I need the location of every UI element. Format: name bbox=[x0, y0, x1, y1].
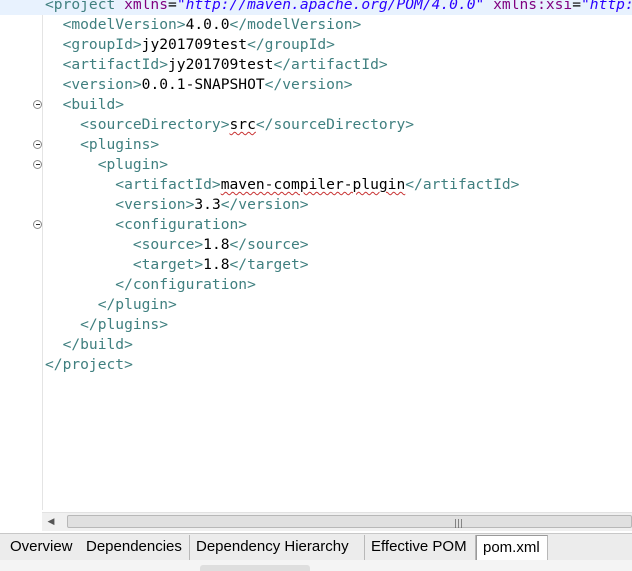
code-line[interactable]: <version>0.0.1-SNAPSHOT</version> bbox=[0, 75, 353, 95]
code-token: maven-compiler-plugin bbox=[220, 176, 406, 193]
code-token: </modelVersion> bbox=[229, 16, 362, 33]
code-token: jy201709test bbox=[168, 56, 274, 73]
code-token: <version> bbox=[45, 76, 142, 93]
code-line[interactable]: <artifactId>maven-compiler-plugin</artif… bbox=[0, 175, 519, 195]
code-token: 3.3 bbox=[194, 196, 221, 213]
code-line[interactable]: </build> bbox=[0, 335, 133, 355]
code-token: <sourceDirectory> bbox=[45, 116, 230, 133]
tab-dependency-hierarchy[interactable]: Dependency Hierarchy bbox=[190, 535, 365, 560]
code-token: "http://www.w3.org/2001/XMLSchema-instan… bbox=[581, 0, 632, 13]
code-token: </configuration> bbox=[45, 276, 256, 293]
code-token: <configuration> bbox=[45, 216, 248, 233]
code-token: "http://maven.apache.org/POM/4.0.0" bbox=[176, 0, 485, 13]
code-token: </version> bbox=[220, 196, 309, 213]
code-token: </target> bbox=[229, 256, 309, 273]
code-line[interactable]: <sourceDirectory>src</sourceDirectory> bbox=[0, 115, 414, 135]
status-bar bbox=[0, 560, 632, 571]
code-token: </artifactId> bbox=[405, 176, 520, 193]
xml-source-editor[interactable]: <project xmlns="http://maven.apache.org/… bbox=[0, 0, 632, 510]
code-token: </plugins> bbox=[45, 316, 169, 333]
code-line[interactable]: </plugins> bbox=[0, 315, 168, 335]
status-bar-item bbox=[200, 565, 310, 571]
code-token: <plugin> bbox=[45, 156, 169, 173]
code-token: <modelVersion> bbox=[45, 16, 186, 33]
code-token: <build> bbox=[45, 96, 125, 113]
code-token: <version> bbox=[45, 196, 195, 213]
code-token: </version> bbox=[264, 76, 353, 93]
code-token: </sourceDirectory> bbox=[255, 116, 415, 133]
code-token: src bbox=[229, 116, 256, 133]
code-token: </artifactId> bbox=[273, 56, 388, 73]
code-token: <project bbox=[45, 0, 125, 13]
tab-dependencies[interactable]: Dependencies bbox=[80, 535, 190, 560]
code-token: <artifactId> bbox=[45, 176, 221, 193]
code-line[interactable]: </configuration> bbox=[0, 275, 256, 295]
tab-effective-pom[interactable]: Effective POM bbox=[365, 535, 476, 560]
code-token: </plugin> bbox=[45, 296, 177, 313]
code-token: xmlns bbox=[124, 0, 169, 13]
code-line[interactable]: <groupId>jy201709test</groupId> bbox=[0, 35, 335, 55]
code-token: jy201709test bbox=[141, 36, 248, 53]
code-token: 4.0.0 bbox=[185, 16, 230, 33]
fold-collapse-icon[interactable] bbox=[33, 100, 42, 109]
code-line[interactable]: <modelVersion>4.0.0</modelVersion> bbox=[0, 15, 362, 35]
code-line[interactable]: </plugin> bbox=[0, 295, 177, 315]
fold-collapse-icon[interactable] bbox=[33, 220, 42, 229]
code-token: 0.0.1-SNAPSHOT bbox=[141, 76, 265, 93]
code-token: xmlns:xsi bbox=[493, 0, 573, 13]
tab-pom-xml[interactable]: pom.xml bbox=[476, 535, 548, 560]
code-line[interactable]: </project> bbox=[0, 355, 133, 375]
code-token: <plugins> bbox=[45, 136, 160, 153]
code-token: </build> bbox=[45, 336, 133, 353]
code-line[interactable]: <build> bbox=[0, 95, 125, 115]
code-token: </source> bbox=[229, 236, 309, 253]
code-token: </project> bbox=[45, 356, 133, 373]
code-line[interactable]: <artifactId>jy201709test</artifactId> bbox=[0, 55, 388, 75]
code-token: <groupId> bbox=[45, 36, 142, 53]
code-token: <source> bbox=[45, 236, 204, 253]
code-token: 1.8 bbox=[203, 256, 230, 273]
scrollbar-grip-icon: ||| bbox=[454, 519, 464, 529]
fold-collapse-icon[interactable] bbox=[33, 140, 42, 149]
code-line[interactable]: <version>3.3</version> bbox=[0, 195, 309, 215]
code-token: <artifactId> bbox=[45, 56, 169, 73]
scrollbar-thumb[interactable]: ||| bbox=[67, 515, 632, 529]
fold-collapse-icon[interactable] bbox=[33, 160, 42, 169]
code-line[interactable]: <plugin> bbox=[0, 155, 168, 175]
horizontal-scrollbar[interactable]: ◀ ||| bbox=[42, 512, 632, 531]
code-line[interactable]: <project xmlns="http://maven.apache.org/… bbox=[0, 0, 632, 15]
tab-overview[interactable]: Overview bbox=[4, 535, 81, 560]
code-token: = bbox=[168, 0, 177, 13]
editor-page-tabs: Overview Dependencies Dependency Hierarchy… bbox=[0, 533, 632, 561]
code-token: </groupId> bbox=[247, 36, 335, 53]
code-line[interactable]: <source>1.8</source> bbox=[0, 235, 309, 255]
scroll-left-icon[interactable]: ◀ bbox=[42, 513, 60, 531]
code-token: <target> bbox=[45, 256, 204, 273]
code-token: = bbox=[572, 0, 582, 13]
code-line[interactable]: <plugins> bbox=[0, 135, 159, 155]
code-token: 1.8 bbox=[203, 236, 230, 253]
code-line[interactable]: <target>1.8</target> bbox=[0, 255, 309, 275]
